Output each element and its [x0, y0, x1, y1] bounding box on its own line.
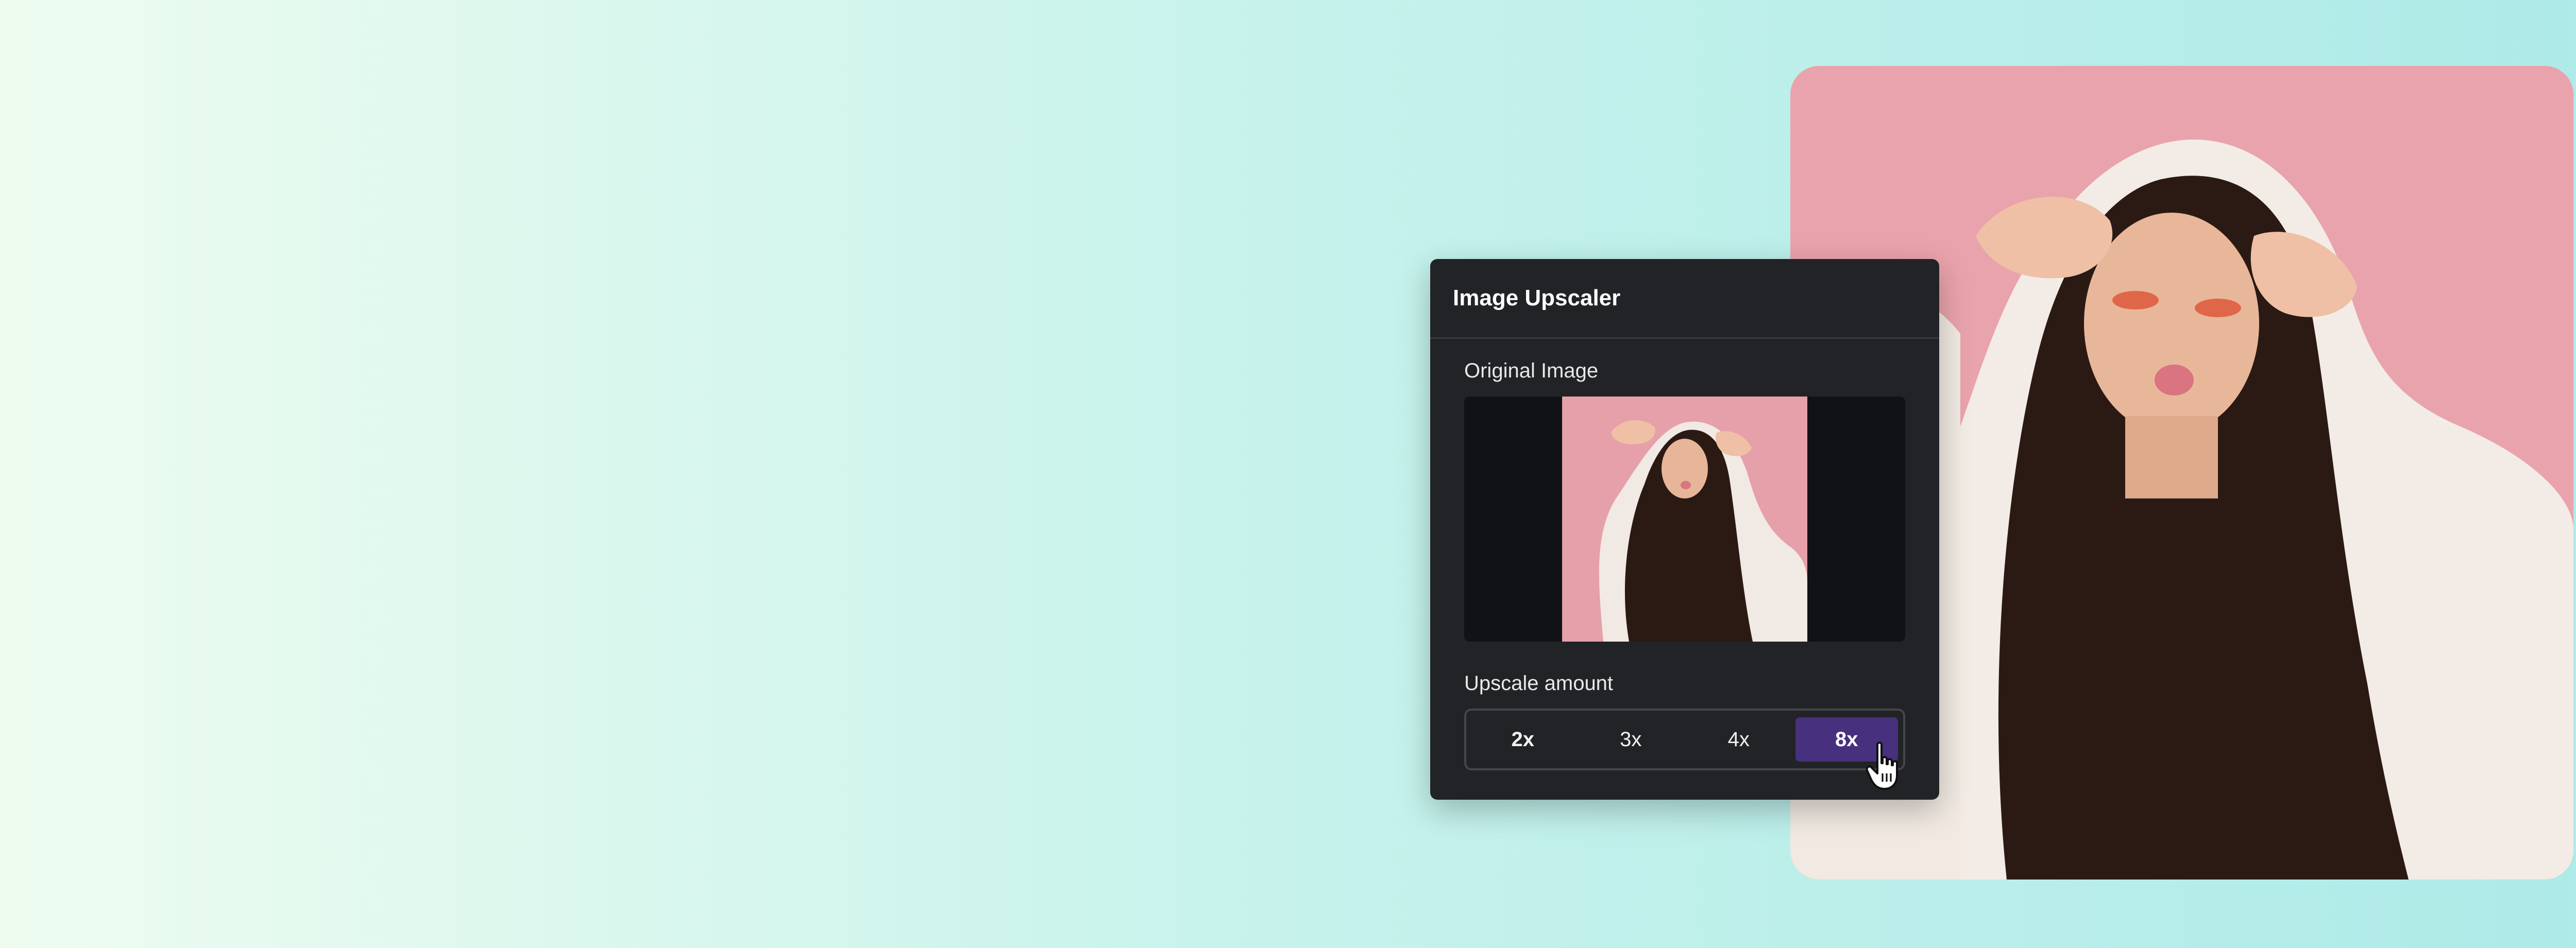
option-4x-button[interactable]: 4x: [1687, 717, 1790, 762]
original-image-preview: [1464, 397, 1905, 642]
panel-header: Image Upscaler: [1430, 259, 1939, 339]
upscale-amount-selector: 2x 3x 4x 8x: [1464, 709, 1905, 770]
upscale-amount-label: Upscale amount: [1464, 672, 1614, 695]
hand-pointer-icon: [1865, 740, 1906, 792]
option-3x-button[interactable]: 3x: [1580, 717, 1683, 762]
image-upscaler-panel: Image Upscaler Original Image Upscale am…: [1430, 259, 1939, 800]
original-image-thumbnail: [1562, 397, 1807, 642]
panel-title: Image Upscaler: [1453, 285, 1621, 311]
original-image-label: Original Image: [1464, 359, 1599, 382]
option-2x-button[interactable]: 2x: [1471, 717, 1574, 762]
